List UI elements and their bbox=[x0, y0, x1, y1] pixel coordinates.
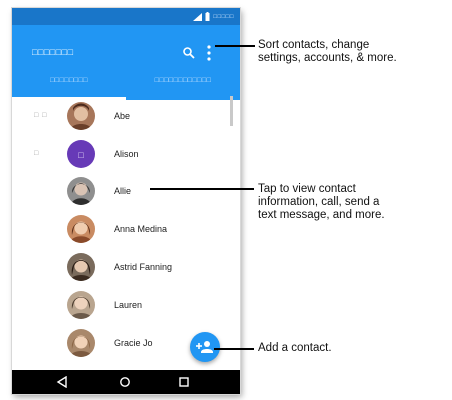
contact-photo-avatar bbox=[67, 177, 95, 205]
status-bar: □□□□□ bbox=[12, 8, 240, 25]
search-icon[interactable] bbox=[182, 46, 196, 60]
contact-name: Alison bbox=[114, 149, 139, 159]
back-icon[interactable] bbox=[56, 376, 68, 388]
callout-add: Add a contact. bbox=[258, 342, 332, 354]
app-bar: □□□□□□□ □□□□□□□□ □□□□□□□□□□□□ bbox=[12, 25, 240, 100]
tab-label: □□□□□□□□□□□□ bbox=[154, 77, 212, 84]
navigation-bar bbox=[12, 370, 240, 394]
contact-name: Allie bbox=[114, 186, 132, 196]
home-icon[interactable] bbox=[119, 376, 131, 388]
contact-row-allie[interactable]: Allie bbox=[12, 173, 240, 209]
battery-icon bbox=[205, 12, 210, 21]
tab-label: □□□□□□□□ bbox=[50, 77, 88, 84]
tutorial-figure: □□□□□ □□□□□□□ □□□□□□□□ □□□□□□□□□□□□ □ □ … bbox=[0, 0, 452, 400]
contact-name: Astrid Fanning bbox=[114, 262, 173, 272]
contact-row-astrid-fanning[interactable]: Astrid Fanning bbox=[12, 249, 240, 285]
contact-row-alison[interactable]: □ □ Alison bbox=[12, 136, 240, 172]
status-icons: □□□□□ bbox=[193, 11, 234, 22]
signal-icon bbox=[193, 12, 203, 21]
contact-name: Abe bbox=[114, 111, 131, 121]
contact-photo-avatar bbox=[67, 102, 95, 130]
callout-contact: Tap to view contact information, call, s… bbox=[258, 183, 385, 221]
contact-photo-avatar bbox=[67, 215, 95, 243]
add-person-icon bbox=[196, 341, 213, 353]
contact-row-lauren[interactable]: Lauren bbox=[12, 287, 240, 323]
index-letter: □ □ bbox=[34, 112, 48, 119]
letter-avatar: □ bbox=[67, 140, 95, 168]
recent-apps-icon[interactable] bbox=[178, 376, 190, 388]
contact-photo-avatar bbox=[67, 253, 95, 281]
index-letter: □ bbox=[34, 150, 40, 157]
more-options-icon[interactable] bbox=[206, 43, 212, 63]
tab-contacts[interactable]: □□□□□□□□ bbox=[12, 77, 126, 99]
contact-name: Lauren bbox=[114, 300, 143, 310]
app-title: □□□□□□□ bbox=[32, 47, 74, 57]
contact-photo-avatar bbox=[67, 329, 95, 357]
contact-photo-avatar bbox=[67, 291, 95, 319]
contact-row-anna-medina[interactable]: Anna Medina bbox=[12, 211, 240, 247]
status-time: □□□□□ bbox=[213, 13, 234, 20]
avatar-initial: □ bbox=[78, 150, 84, 160]
contact-row-abe[interactable]: □ □ Abe bbox=[12, 98, 240, 134]
contact-name: Anna Medina bbox=[114, 224, 168, 234]
callout-line-add bbox=[214, 348, 254, 350]
tab-groups[interactable]: □□□□□□□□□□□□ bbox=[126, 77, 240, 99]
callout-line-menu bbox=[215, 45, 255, 47]
contact-name: Gracie Jo bbox=[114, 338, 153, 348]
phone-screen: □□□□□ □□□□□□□ □□□□□□□□ □□□□□□□□□□□□ □ □ … bbox=[12, 8, 240, 394]
add-contact-button[interactable] bbox=[190, 332, 220, 362]
callout-line-contact bbox=[150, 188, 254, 190]
callout-menu: Sort contacts, change settings, accounts… bbox=[258, 39, 397, 64]
